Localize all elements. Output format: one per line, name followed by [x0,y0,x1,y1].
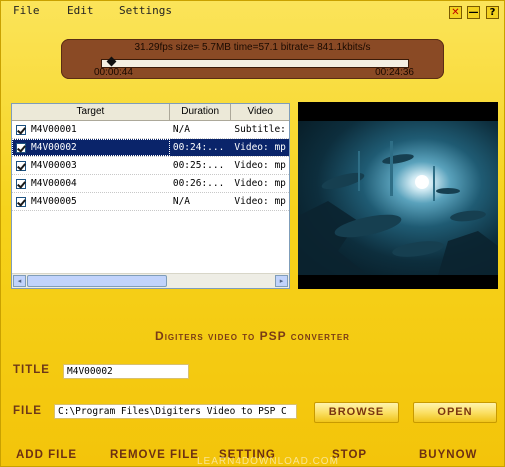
file-list[interactable]: Target Duration Video M4V00001 N/A Subtitl… [11,103,290,289]
target-name: M4V00003 [31,160,77,171]
horizontal-scrollbar[interactable]: ◂ ▸ [12,273,289,288]
target-name: M4V00004 [31,178,77,189]
close-icon: ✕ [451,7,460,18]
menu-file[interactable]: File [13,4,40,17]
minimize-button[interactable]: — [467,6,480,19]
table-row[interactable]: M4V00001 N/A Subtitle: [12,121,289,139]
menu-edit[interactable]: Edit [67,4,94,17]
cell-video: Subtitle: [234,124,286,135]
row-checkbox[interactable] [16,196,26,207]
cell-video: Video: mp [234,196,286,207]
open-button[interactable]: OPEN [413,402,497,423]
row-checkbox[interactable] [16,142,26,153]
title-label: TITLE [13,364,50,376]
help-icon: ? [489,7,496,18]
close-button[interactable]: ✕ [449,6,462,19]
setting-button[interactable]: SETTING [219,449,276,461]
cell-target: M4V00001 [12,121,170,138]
target-name: M4V00002 [31,142,77,153]
browse-button[interactable]: BROWSE [314,402,399,423]
progress-thumb[interactable] [106,56,117,67]
target-name: M4V00001 [31,124,77,135]
cell-duration: N/A [172,124,191,135]
buynow-button[interactable]: BUYNOW [419,449,477,461]
table-row[interactable]: M4V00002 00:24:... Video: mp [12,139,289,157]
file-path-input[interactable]: C:\Program Files\Digiters Video to PSP C [54,404,297,419]
row-checkbox[interactable] [16,124,26,135]
target-name: M4V00005 [31,196,77,207]
title-input[interactable]: M4V00002 [63,364,189,379]
help-button[interactable]: ? [486,6,499,19]
scroll-left-button[interactable]: ◂ [13,275,26,287]
column-duration[interactable]: Duration [170,104,232,120]
cell-video: Video: mp [234,178,286,189]
cell-target: M4V00003 [12,157,170,174]
progress-panel: 31.29fps size= 5.7MB time=57.1 bitrate= … [61,39,444,79]
arrow-right-icon: ▸ [279,277,284,285]
cell-duration: N/A [172,196,191,207]
table-row[interactable]: M4V00003 00:25:... Video: mp [12,157,289,175]
cell-duration: 00:24:... [169,139,232,156]
column-target[interactable]: Target [12,104,170,120]
scroll-right-button[interactable]: ▸ [275,275,288,287]
app-window: File Edit Settings ✕ — ? 31.29fps size= … [0,0,505,467]
add-file-button[interactable]: ADD FILE [16,449,77,461]
stop-button[interactable]: STOP [332,449,367,461]
file-label: FILE [13,405,42,417]
menu-settings[interactable]: Settings [119,4,172,17]
arrow-left-icon: ◂ [17,277,22,285]
list-rows: M4V00001 N/A Subtitle: M4V00002 00:24:... Vid… [12,121,289,211]
app-title: Digiters video to PSP converter [155,329,350,343]
minimize-icon: — [468,7,479,18]
elapsed-time: 00:00:44 [94,67,133,78]
encoding-stats: 31.29fps size= 5.7MB time=57.1 bitrate= … [134,42,371,53]
column-video[interactable]: Video [231,104,289,120]
menu-bar: File Edit Settings ✕ — ? [1,1,504,21]
cell-target: M4V00004 [12,175,170,192]
list-header: Target Duration Video [12,104,289,121]
total-time: 00:24:36 [375,67,414,78]
cell-target: M4V00005 [12,193,170,210]
cell-duration: 00:26:... [172,178,225,189]
cell-video: Video: mp [231,139,289,156]
cell-target: M4V00002 [12,139,170,156]
preview-frame [298,121,498,275]
table-row[interactable]: M4V00005 N/A Video: mp [12,193,289,211]
video-preview [298,102,498,289]
cell-duration: 00:25:... [172,160,225,171]
table-row[interactable]: M4V00004 00:26:... Video: mp [12,175,289,193]
scroll-thumb[interactable] [27,275,167,287]
bottom-toolbar: ADD FILE REMOVE FILE SETTING STOP BUYNOW [1,446,504,466]
row-checkbox[interactable] [16,160,26,171]
remove-file-button[interactable]: REMOVE FILE [110,449,199,461]
cell-video: Video: mp [234,160,286,171]
row-checkbox[interactable] [16,178,26,189]
preview-image [298,141,498,275]
progress-track[interactable] [101,56,409,68]
